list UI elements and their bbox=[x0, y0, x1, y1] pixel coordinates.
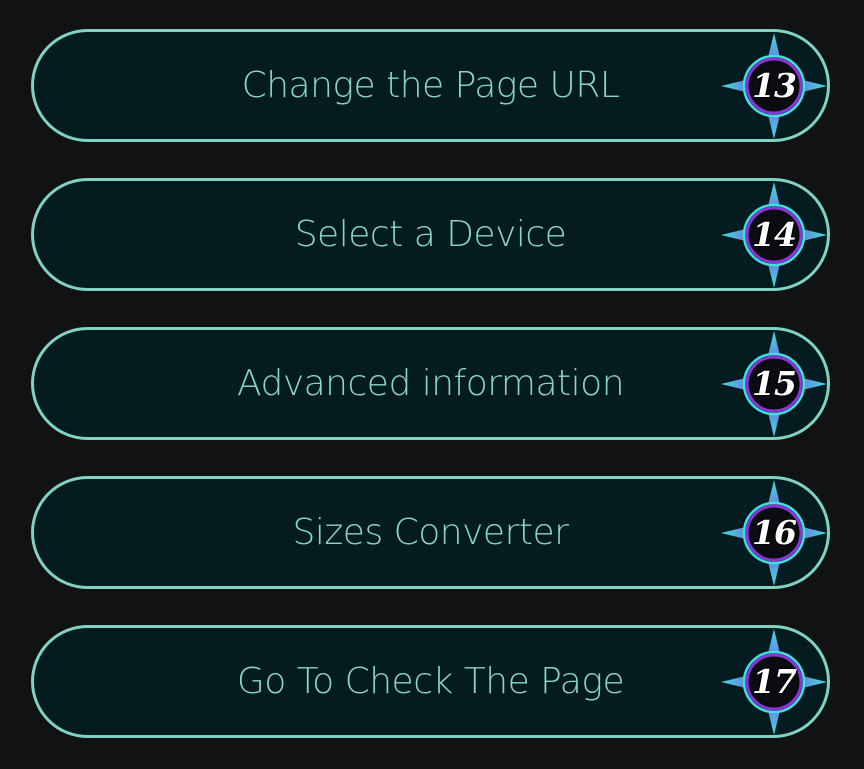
compass-star-icon: 17 bbox=[719, 627, 829, 737]
menu-item-label: Advanced information bbox=[236, 363, 625, 404]
step-number: 15 bbox=[752, 364, 797, 403]
menu-item-select-device[interactable]: Select a Device 14 bbox=[31, 178, 830, 291]
menu-item-change-page-url[interactable]: Change the Page URL 13 bbox=[31, 29, 830, 142]
compass-star-icon: 16 bbox=[719, 478, 829, 588]
menu-item-label: Sizes Converter bbox=[292, 512, 569, 553]
step-number: 14 bbox=[752, 215, 797, 254]
step-number: 17 bbox=[752, 662, 797, 701]
compass-star-icon: 15 bbox=[719, 329, 829, 439]
step-number: 16 bbox=[752, 513, 797, 552]
menu-item-go-to-check-page[interactable]: Go To Check The Page 17 bbox=[31, 625, 830, 738]
menu-item-label: Change the Page URL bbox=[241, 65, 620, 106]
menu-item-sizes-converter[interactable]: Sizes Converter 16 bbox=[31, 476, 830, 589]
step-number: 13 bbox=[752, 66, 797, 105]
menu-item-label: Select a Device bbox=[294, 214, 567, 255]
menu-list: Change the Page URL 13 Select a Device 1… bbox=[0, 0, 864, 769]
menu-item-advanced-information[interactable]: Advanced information 15 bbox=[31, 327, 830, 440]
compass-star-icon: 14 bbox=[719, 180, 829, 290]
compass-star-icon: 13 bbox=[719, 31, 829, 141]
menu-item-label: Go To Check The Page bbox=[236, 661, 625, 702]
